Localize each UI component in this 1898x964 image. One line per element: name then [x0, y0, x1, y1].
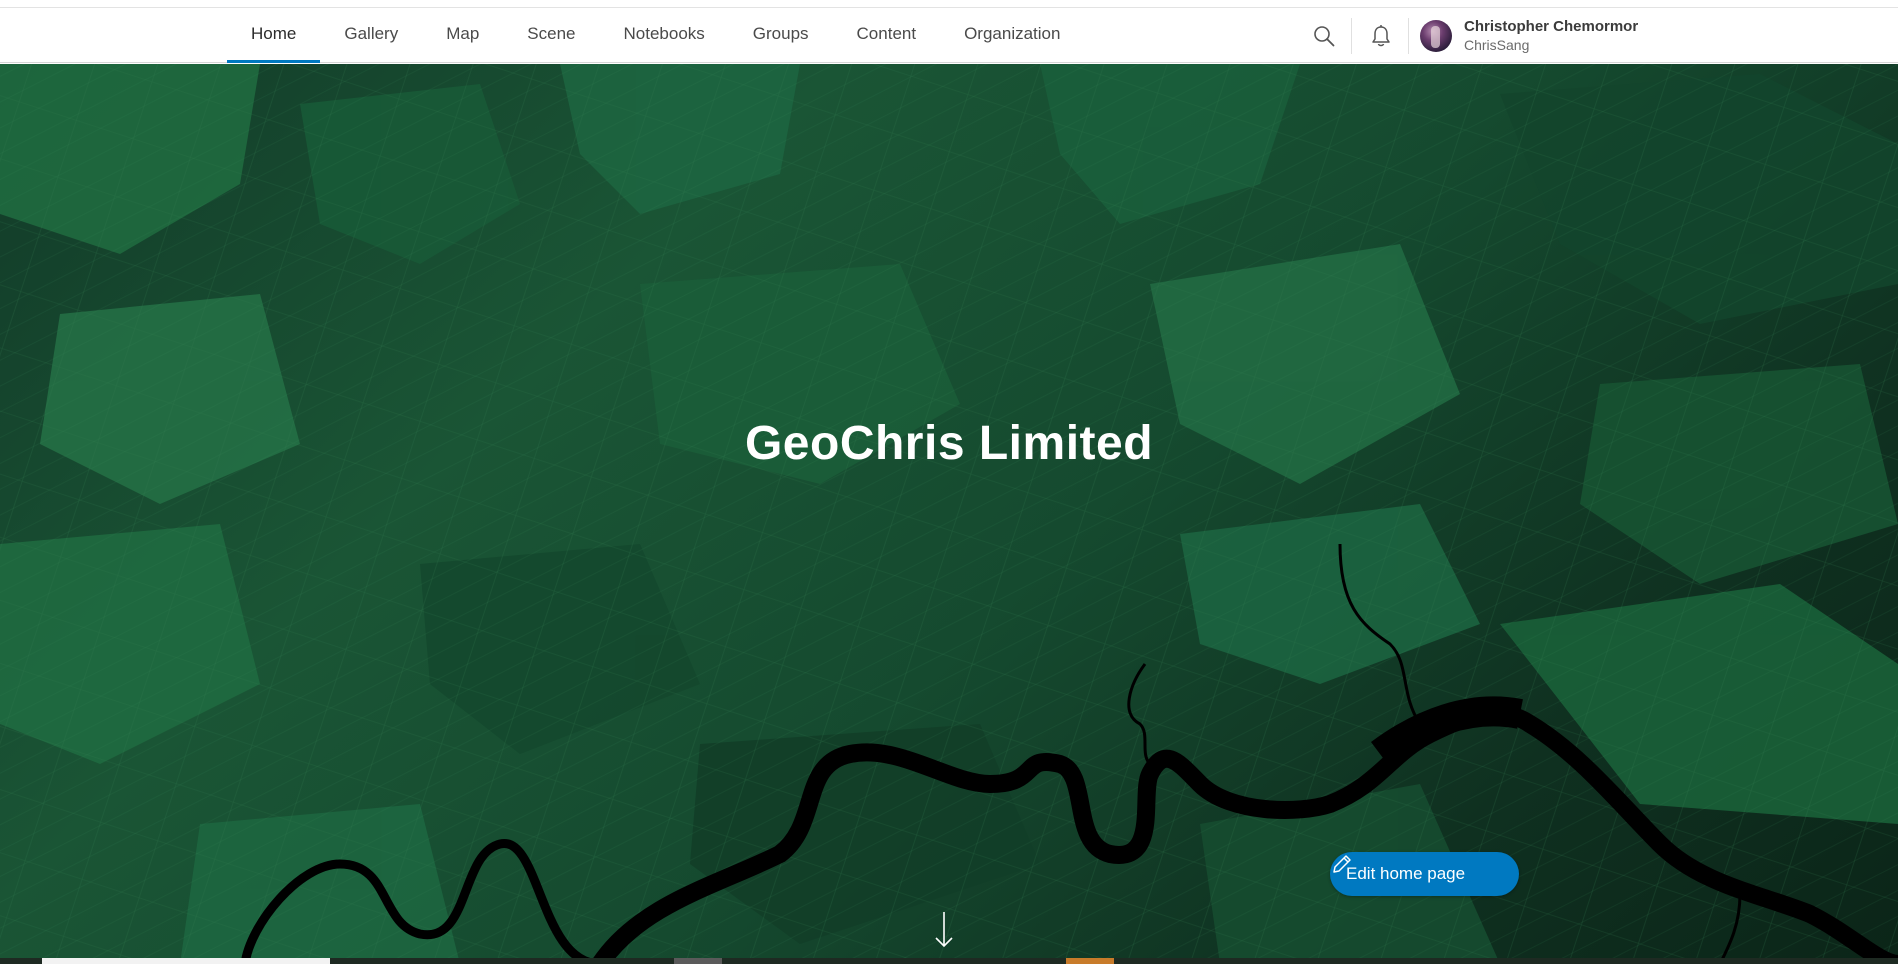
hero-title: GeoChris Limited — [744, 417, 1154, 470]
avatar — [1420, 20, 1452, 52]
pencil-icon — [1333, 855, 1351, 873]
tab-groups[interactable]: Groups — [729, 8, 833, 63]
bottom-segment — [42, 958, 330, 964]
top-strip — [0, 0, 1898, 8]
search-icon — [1313, 25, 1334, 46]
nav-divider — [1408, 18, 1409, 54]
arrow-down-icon — [935, 912, 953, 948]
bell-icon — [1371, 24, 1390, 46]
nav-divider — [1351, 18, 1352, 54]
user-info: Christopher Chemormor ChrisSang — [1464, 17, 1638, 55]
tab-organization[interactable]: Organization — [940, 8, 1084, 63]
nav-tabs: Home Gallery Map Scene Notebooks Groups … — [227, 8, 1084, 63]
user-menu[interactable]: Christopher Chemormor ChrisSang — [1420, 14, 1638, 58]
tab-notebooks[interactable]: Notebooks — [600, 8, 729, 63]
tab-content[interactable]: Content — [833, 8, 941, 63]
bottom-segment — [674, 958, 722, 964]
notifications-button[interactable] — [1353, 8, 1408, 63]
scroll-down-button[interactable] — [932, 910, 956, 950]
tab-scene[interactable]: Scene — [503, 8, 599, 63]
user-full-name: Christopher Chemormor — [1464, 18, 1639, 35]
user-username: ChrisSang — [1464, 37, 1530, 53]
map-background — [0, 64, 1898, 964]
bottom-segment — [1066, 958, 1114, 964]
edit-home-page-label: Edit home page — [1346, 864, 1466, 883]
search-button[interactable] — [1296, 8, 1351, 63]
edit-home-page-button[interactable]: Edit home page — [1330, 852, 1519, 896]
hero-banner-map: GeoChris Limited Edit home page — [0, 64, 1898, 964]
top-navigation-bar: Home Gallery Map Scene Notebooks Groups … — [0, 8, 1898, 63]
tab-home[interactable]: Home — [227, 8, 321, 63]
tab-map[interactable]: Map — [422, 8, 503, 63]
tab-gallery[interactable]: Gallery — [320, 8, 422, 63]
bottom-edge — [0, 958, 1898, 964]
